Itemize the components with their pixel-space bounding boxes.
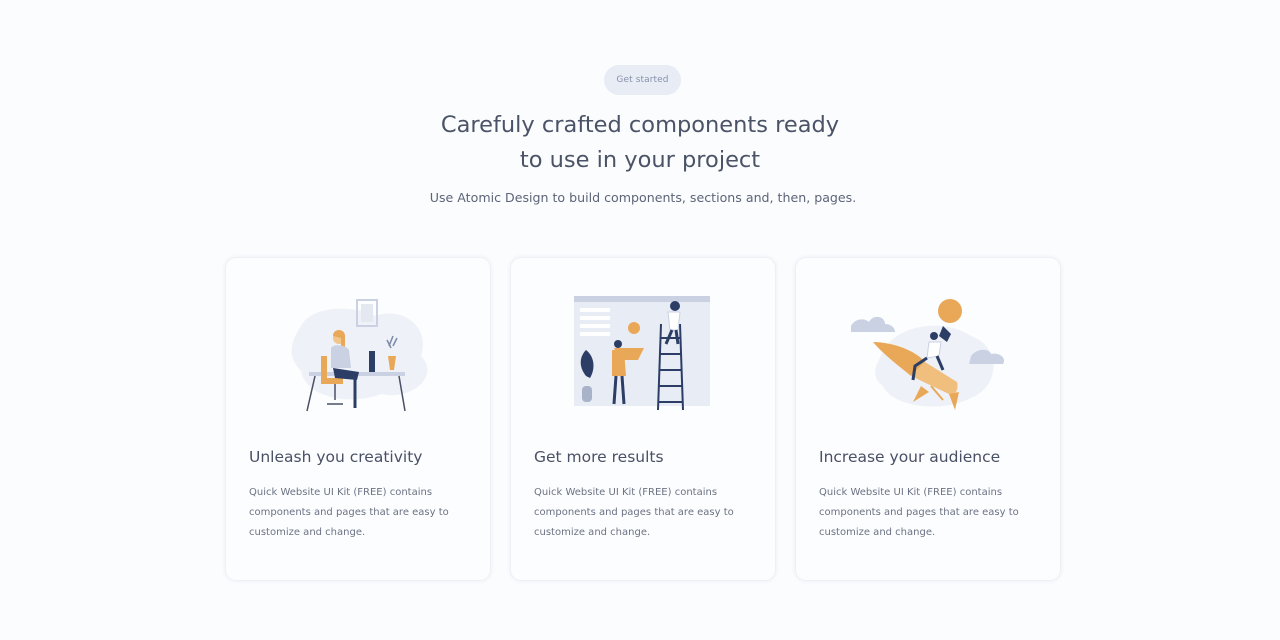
team-ladder-board-illustration [574, 296, 710, 411]
card-description: Quick Website UI Kit (FREE) contains com… [534, 487, 734, 538]
card-description: Quick Website UI Kit (FREE) contains com… [819, 487, 1019, 538]
section-title-line-1: Carefuly crafted components ready [440, 112, 840, 138]
woman-at-desk-illustration [291, 299, 428, 412]
card-title: Unleash you creativity [249, 448, 423, 466]
feature-card-audience: Increase your audience Quick Website UI … [796, 258, 1060, 580]
feature-card-results: Get more results Quick Website UI Kit (F… [511, 258, 775, 580]
get-started-pill[interactable]: Get started [604, 65, 681, 95]
features-section: Get started Carefuly crafted components … [0, 0, 1280, 640]
feature-card-creativity: Unleash you creativity Quick Website UI … [226, 258, 490, 580]
card-title: Get more results [534, 448, 664, 466]
section-title: Carefuly crafted components ready to use… [340, 108, 940, 178]
rocket-launch-illustration [851, 299, 1005, 410]
section-subtitle: Use Atomic Design to build components, s… [429, 190, 857, 205]
section-title-line-2: to use in your project [519, 147, 761, 173]
card-description: Quick Website UI Kit (FREE) contains com… [249, 487, 449, 538]
card-title: Increase your audience [819, 448, 1001, 466]
